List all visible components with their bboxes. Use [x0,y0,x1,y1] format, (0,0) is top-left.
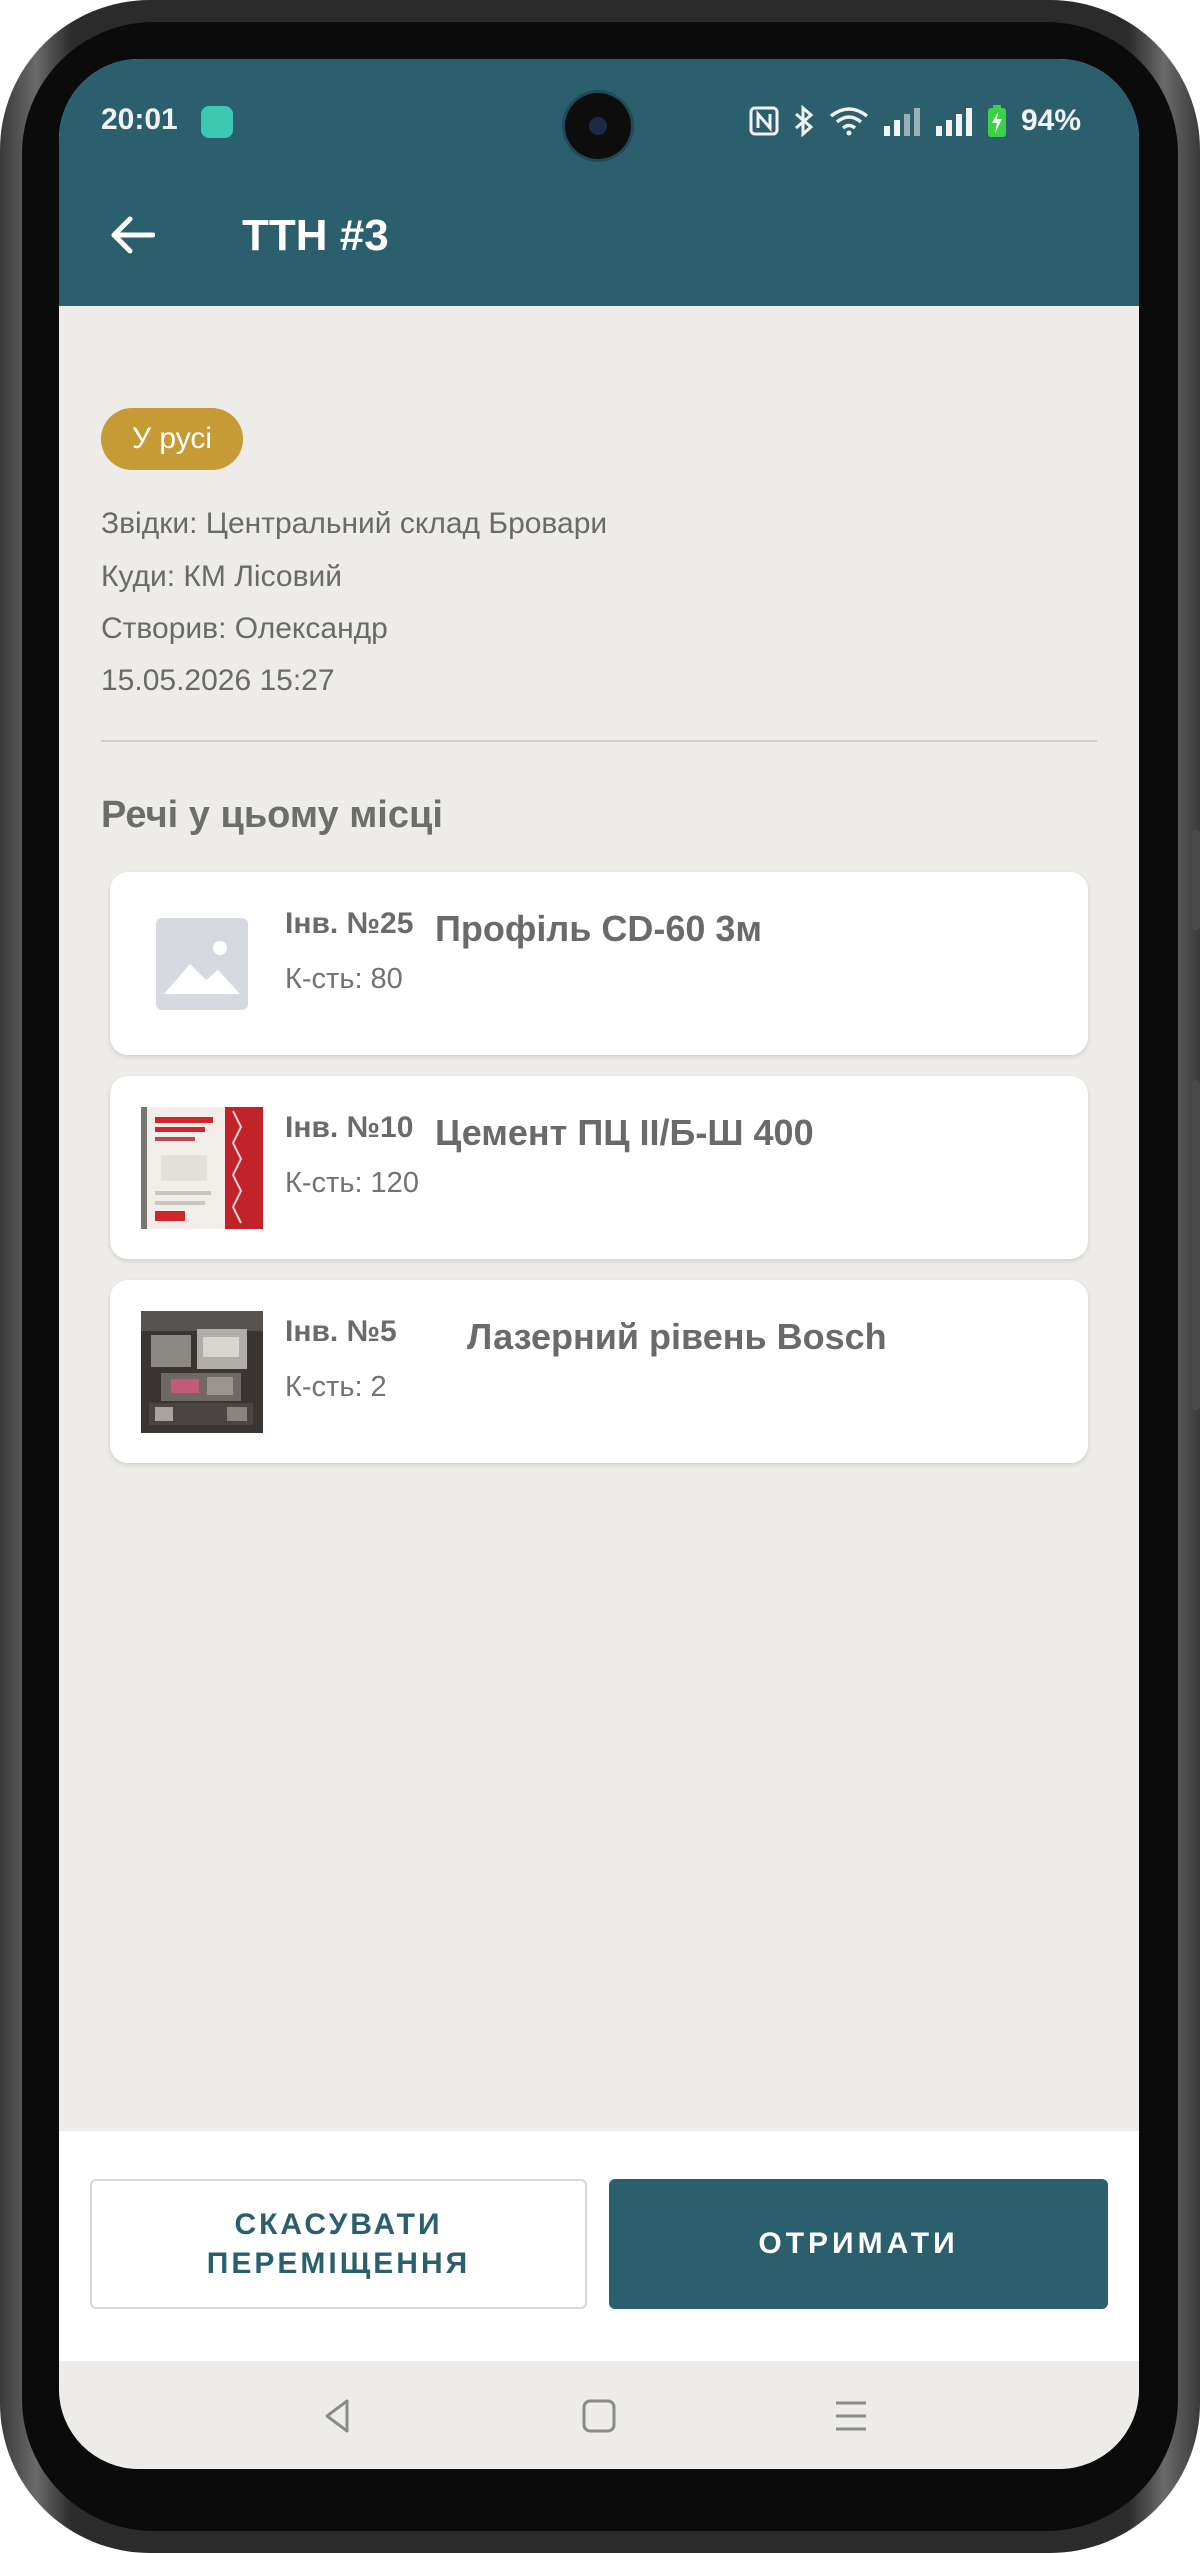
cement-bag-photo [141,1107,263,1229]
created-by: Створив: Олександр [101,612,388,645]
receive-button[interactable]: ОТРИМАТИ [609,2179,1108,2309]
signal-icon [935,108,972,136]
from-location: Звідки: Центральний склад Бровари [101,507,608,540]
nfc-icon [749,106,779,136]
placeholder-image-icon [156,918,248,1010]
item-name: Лазерний рівень Bosch [467,1316,887,1357]
item-quantity: К-сть: 2 [285,1371,387,1403]
nav-back-icon[interactable] [313,2391,363,2441]
item-name: Профіль CD-60 3м [435,908,763,949]
page-title: ТТН #3 [242,211,389,260]
item-quantity: К-сть: 120 [285,1167,419,1199]
inventory-number: Інв. №10 [285,1111,414,1144]
nav-home-icon[interactable] [574,2391,624,2441]
list-item[interactable]: Інв. №10 Цемент ПЦ II/Б-Ш 400 К-сть: 120 [110,1076,1088,1259]
bluetooth-icon [794,105,814,137]
status-icons: 94% [749,101,1081,141]
item-quantity: К-сть: 80 [285,963,403,995]
system-nav-bar [59,2361,1139,2469]
notification-app-icon [201,106,233,138]
app-screen: 20:01 94% ТТН #3 У русі Звідки: Централь… [59,59,1139,2469]
laser-level-photo [141,1311,263,1433]
power-button [1192,1080,1200,1410]
battery-percent: 94% [1020,104,1081,137]
section-title: Речі у цьому місці [101,794,443,836]
divider [101,740,1097,742]
cancel-transfer-button[interactable]: СКАСУВАТИ ПЕРЕМІЩЕННЯ [90,2179,587,2309]
back-button[interactable] [99,202,165,268]
arrow-left-icon [111,216,155,254]
status-badge: У русі [101,408,244,470]
inventory-number: Інв. №25 [285,907,414,940]
item-name: Цемент ПЦ II/Б-Ш 400 [435,1112,814,1153]
nav-menu-icon[interactable] [826,2391,876,2441]
inventory-number: Інв. №5 [285,1315,397,1348]
battery-charging-icon [987,105,1006,137]
front-camera [565,93,631,159]
signal-icon [883,108,920,136]
action-bar: СКАСУВАТИ ПЕРЕМІЩЕННЯ ОТРИМАТИ [59,2131,1139,2361]
list-item[interactable]: Інв. №25 Профіль CD-60 3м К-сть: 80 [110,872,1088,1055]
status-time: 20:01 [101,103,178,136]
list-item[interactable]: Інв. №5 Лазерний рівень Bosch К-сть: 2 [110,1280,1088,1463]
created-datetime: 15.05.2026 15:27 [101,664,335,697]
wifi-icon [829,107,869,136]
phone-frame: 20:01 94% ТТН #3 У русі Звідки: Централь… [0,0,1200,2553]
to-location: Куди: КМ Лісовий [101,560,343,593]
app-bar: 20:01 94% ТТН #3 [59,59,1139,306]
volume-button [1192,830,1200,930]
